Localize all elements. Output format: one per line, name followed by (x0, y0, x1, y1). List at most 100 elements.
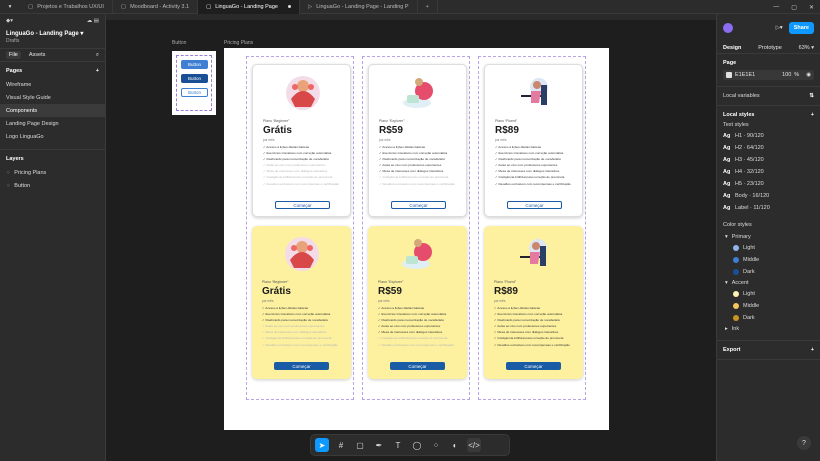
visibility-icon[interactable]: ◉ (806, 72, 811, 78)
pricing-card[interactable]: Plano “Beginner” Grátis por mês ✓ Acesso a … (252, 64, 351, 217)
plan-price: R$89 (495, 125, 519, 136)
page-logo-linguago[interactable]: Logo LinguaGo (0, 130, 105, 143)
avatar[interactable] (723, 23, 733, 33)
pricing-card[interactable]: Plano “Fluent” R$89 por mês ✓ Acesso a liçõ… (484, 226, 583, 379)
close-icon[interactable]: ✕ (809, 4, 814, 11)
top-ruler (106, 14, 716, 20)
pricing-card[interactable]: Plano “Fluent” R$89 por mês ✓ Acesso a liçõ… (484, 64, 583, 217)
pages-header: Pages + (6, 68, 99, 74)
feature-list: ✓ Acesso a lições diárias básicas ✓ Exerc… (495, 144, 577, 187)
page-color-swatch[interactable] (726, 72, 732, 78)
text-style-body[interactable]: Ag Body · 16/120 (723, 190, 814, 202)
pricing-card[interactable]: Plano “Explorer” R$59 por mês ✓ Acesso a li… (368, 226, 467, 379)
layer-button[interactable]: ⁘ Button (0, 179, 105, 192)
color-accent-dark[interactable]: Dark (723, 312, 814, 324)
present-icon[interactable]: ▷▾ (776, 25, 783, 31)
color-accent-light[interactable]: Light (723, 288, 814, 300)
help-button[interactable]: ? (797, 436, 811, 450)
tab-file[interactable]: File (6, 51, 21, 59)
local-variables-section[interactable]: Local variables ⇅ (717, 87, 820, 106)
color-swatch (733, 303, 739, 309)
page-wireframe[interactable]: Wireframe (0, 78, 105, 91)
text-style-h2[interactable]: Ag H2 · 64/120 (723, 142, 814, 154)
share-button[interactable]: Share (788, 22, 814, 34)
file-title[interactable]: LinguaGo - Landing Page ▾ (0, 28, 105, 37)
page-visual-style-guide[interactable]: Visual Style Guide (0, 91, 105, 104)
actions-tool-icon[interactable]: ⁘ (429, 438, 443, 452)
start-button[interactable]: Começar (274, 362, 329, 370)
tab-moodboard[interactable]: ▢ Moodboard - Activity 3.1 (113, 0, 199, 14)
comment-tool-icon[interactable]: ◯ (410, 438, 424, 452)
new-tab-button[interactable]: + (418, 0, 438, 14)
file-icon: ▢ (120, 3, 127, 10)
color-accent-middle[interactable]: Middle (723, 300, 814, 312)
pricing-plans-frame[interactable]: Plano “Beginner” Grátis por mês ✓ Acesso a … (224, 48, 609, 430)
frame-tool-icon[interactable]: # (334, 438, 348, 452)
button-component-frame[interactable]: Button Button Button (172, 51, 216, 115)
add-style-icon[interactable]: + (811, 112, 814, 118)
add-page-icon[interactable]: + (96, 68, 99, 74)
figma-menu-icon[interactable]: ◆▾ (6, 18, 13, 24)
tab-projetos[interactable]: ▢ Projetos e Trabalhos UX/UI (20, 0, 113, 14)
button-variant-outline[interactable]: Button (181, 88, 208, 97)
start-button[interactable]: Começar (275, 201, 330, 209)
canvas[interactable]: Button Pricing Plans Button Button Butto… (106, 14, 716, 461)
layer-pricing-plans[interactable]: ⁘ Pricing Plans (0, 166, 105, 179)
pricing-card[interactable]: Plano “Beginner” Grátis por mês ✓ Acesso a … (252, 226, 351, 379)
page-landing-page-design[interactable]: Landing Page Design (0, 117, 105, 130)
page-label: Page (723, 60, 737, 66)
ai-tool-icon[interactable]: ◐ (448, 438, 462, 452)
tab-assets[interactable]: Assets (29, 52, 46, 58)
color-primary-light[interactable]: Light (723, 242, 814, 254)
dev-mode-toggle-icon[interactable]: </> (467, 438, 481, 452)
text-tool-icon[interactable]: T (391, 438, 405, 452)
page-components[interactable]: Components (0, 104, 105, 117)
search-icon[interactable]: ⌕ (96, 52, 99, 59)
text-style-h4[interactable]: Ag H4 · 32/120 (723, 166, 814, 178)
feature-list: ✓ Acesso a lições diárias básicas ✓ Exerc… (263, 144, 345, 187)
maximize-icon[interactable]: ▢ (791, 4, 797, 11)
minimize-icon[interactable]: — (773, 4, 779, 10)
cloud-icon[interactable]: ☁ (87, 18, 93, 24)
color-group-ink[interactable]: ▸ Ink (723, 324, 814, 334)
start-button[interactable]: Começar (506, 362, 561, 370)
tab-prototype[interactable]: Prototype (758, 45, 782, 51)
button-variant-hover[interactable]: Button (181, 74, 208, 83)
price-period: por mês (494, 299, 506, 303)
file-icon: ▢ (28, 3, 34, 10)
local-styles-section: Local styles + Text styles Ag H1 · 90/120 … (723, 112, 814, 334)
button-variants-boundary: Button Button Button (176, 55, 212, 111)
export-section[interactable]: Export + (717, 340, 820, 360)
pricing-card[interactable]: Plano “Explorer” R$59 por mês ✓ Acesso a li… (368, 64, 467, 217)
tab-design[interactable]: Design (723, 45, 741, 51)
page-color-field[interactable]: E1E1E1 100 % ◉ (723, 70, 814, 80)
frame-label-pricing[interactable]: Pricing Plans (224, 40, 253, 46)
tab-linguago-landing[interactable]: ▢ LinguaGo - Landing Page (198, 0, 300, 14)
tab-linguago-landing-p[interactable]: ▷ LinguaGo - Landing Page - Landing P (300, 0, 418, 14)
start-button[interactable]: Começar (390, 362, 445, 370)
color-primary-dark[interactable]: Dark (723, 266, 814, 278)
add-export-icon[interactable]: + (811, 347, 814, 353)
variables-icon[interactable]: ⇅ (809, 93, 814, 99)
file-assets-tabs: File Assets ⌕ (0, 48, 105, 62)
color-primary-middle[interactable]: Middle (723, 254, 814, 266)
layout-icon[interactable]: ▤ (94, 18, 99, 24)
color-group-primary[interactable]: ▾ Primary (723, 232, 814, 242)
text-style-h1[interactable]: Ag H1 · 90/120 (723, 130, 814, 142)
color-group-accent[interactable]: ▾ Accent (723, 278, 814, 288)
text-style-h5[interactable]: Ag H5 · 23/120 (723, 178, 814, 190)
plan-name: Plano “Beginner” (263, 119, 290, 123)
text-style-h3[interactable]: Ag H3 · 45/120 (723, 154, 814, 166)
start-button[interactable]: Começar (507, 201, 562, 209)
move-tool-icon[interactable]: ➤ (315, 438, 329, 452)
plan-price: R$59 (379, 125, 403, 136)
zoom-level[interactable]: 63% ▾ (799, 45, 814, 51)
start-button[interactable]: Começar (391, 201, 446, 209)
main-menu-icon[interactable]: ▾ (0, 4, 20, 10)
frame-label-button[interactable]: Button (172, 40, 186, 46)
text-style-label[interactable]: Ag Label · 11/120 (723, 202, 814, 214)
button-variant-primary[interactable]: Button (181, 60, 208, 69)
shape-tool-icon[interactable]: ▢ (353, 438, 367, 452)
file-location[interactable]: Drafts (0, 37, 105, 48)
pen-tool-icon[interactable]: ✒ (372, 438, 386, 452)
